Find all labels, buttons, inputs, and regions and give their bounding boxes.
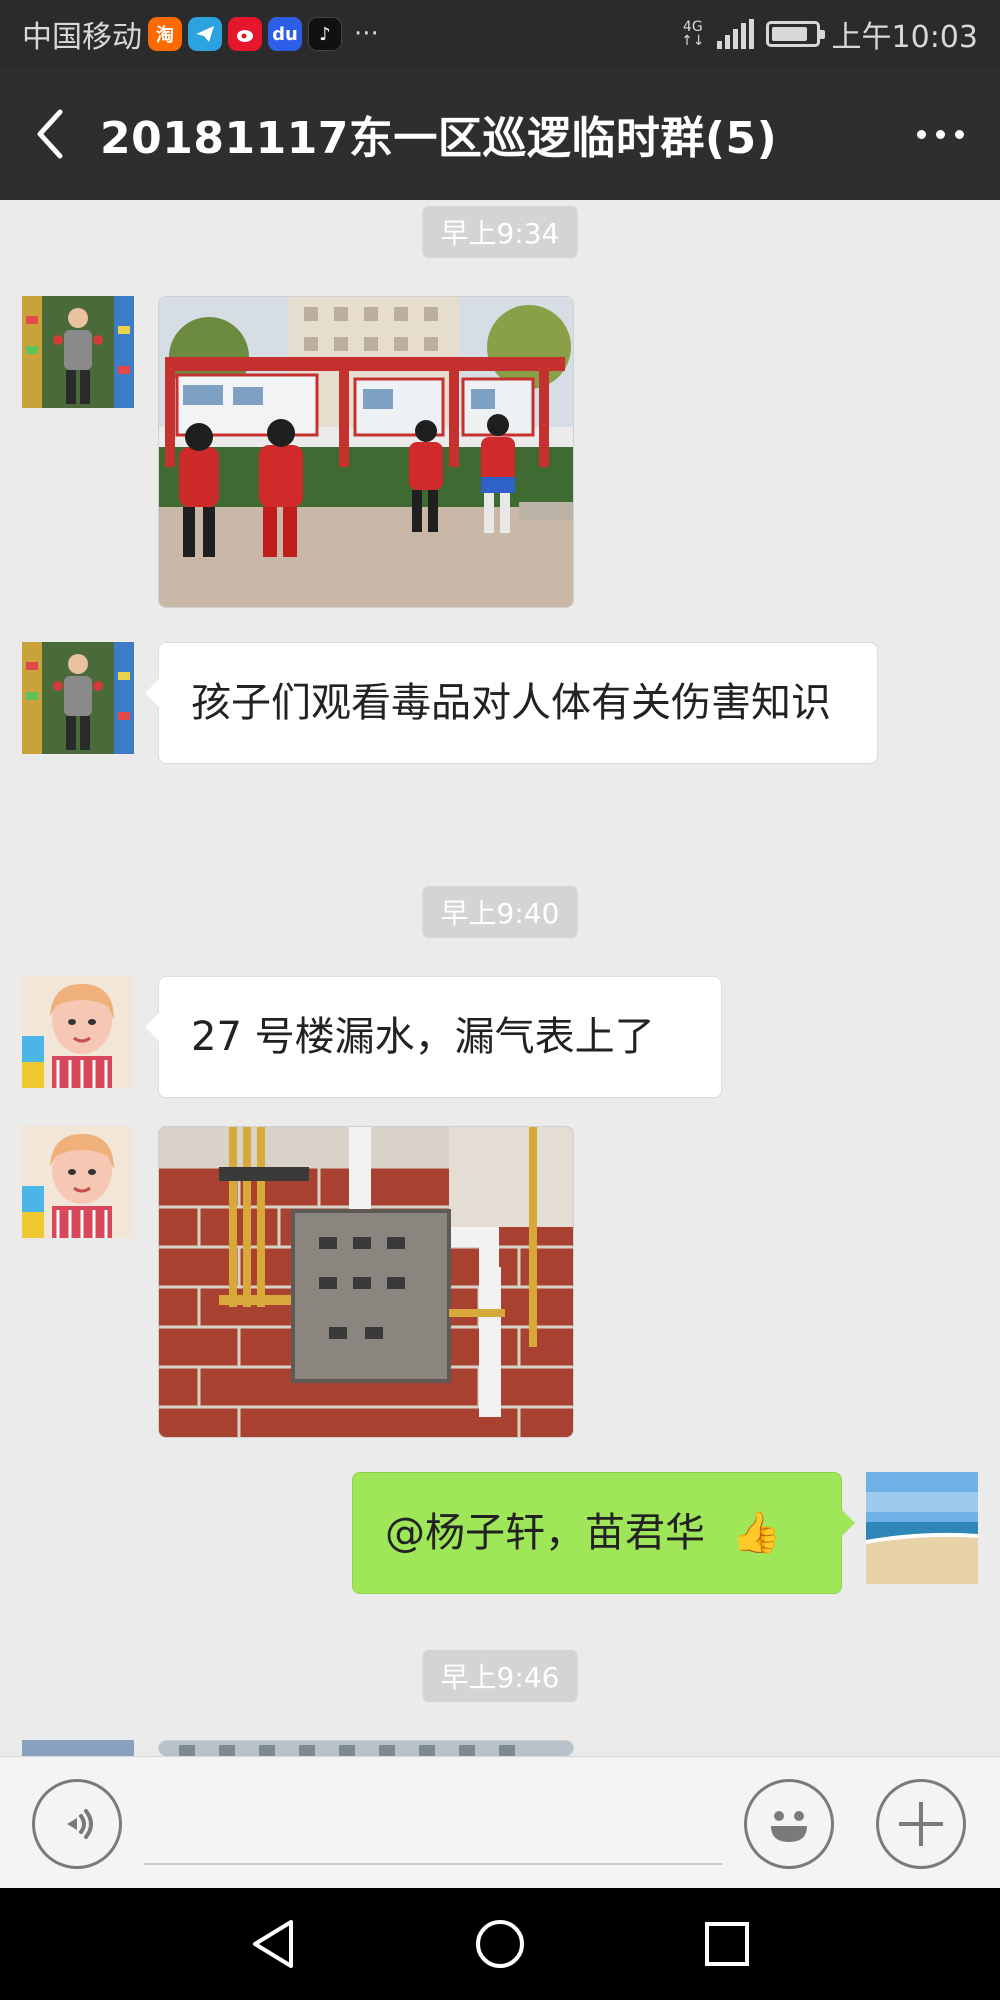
network-arrows: ↑↓: [681, 33, 705, 49]
more-functions-button[interactable]: [876, 1779, 966, 1869]
avatar[interactable]: [22, 1740, 134, 1756]
chat-header: 20181117东一区巡逻临时群(5): [0, 68, 1000, 200]
my-avatar[interactable]: [866, 1472, 978, 1584]
back-arrow-icon: [37, 109, 63, 159]
status-bar: 中国移动 淘 du ♪ ··· 4G ↑↓ 上午10:03: [0, 0, 1000, 68]
thumbs-up-emoji-icon: 👍: [731, 1510, 782, 1556]
avatar[interactable]: [22, 976, 134, 1088]
chat-title: 20181117东一区巡逻临时群(5): [100, 113, 778, 164]
avatar[interactable]: [22, 1126, 134, 1238]
nav-recents-button[interactable]: [687, 1904, 767, 1984]
telegram-icon: [188, 17, 222, 51]
nav-home-button[interactable]: [460, 1904, 540, 1984]
photo-message[interactable]: [158, 296, 574, 608]
timestamp: 早上9:46: [422, 1650, 578, 1702]
status-right: 4G ↑↓ 上午10:03: [681, 12, 978, 56]
baidu-icon: du: [268, 17, 302, 51]
clock: 上午10:03: [831, 20, 978, 55]
text-message[interactable]: 孩子们观看毒品对人体有关伤害知识: [145, 642, 878, 764]
square-recents-icon: [704, 1922, 749, 1966]
message-text: 27 号楼漏水，漏气表上了: [191, 1014, 655, 1060]
voice-input-button[interactable]: [32, 1779, 122, 1869]
triangle-back-icon: [253, 1920, 294, 1968]
photo-message[interactable]: [158, 1126, 574, 1438]
avatar[interactable]: [22, 296, 134, 408]
input-bar: [0, 1756, 1000, 1888]
carrier-label: 中国移动: [22, 20, 142, 55]
photo-message[interactable]: [158, 1740, 574, 1756]
smiley-icon: [771, 1811, 807, 1842]
network-type: 4G ↑↓: [681, 20, 704, 48]
message-input[interactable]: [144, 1863, 722, 1865]
status-left: 中国移动 淘 du ♪ ···: [22, 12, 379, 56]
system-nav-bar: [0, 1888, 1000, 2000]
text-message[interactable]: 27 号楼漏水，漏气表上了: [145, 976, 722, 1098]
avatar[interactable]: [22, 642, 134, 754]
tiktok-icon: ♪: [308, 17, 342, 51]
sent-text-message[interactable]: @杨子轩，苗君华 👍: [352, 1472, 855, 1594]
tiktok-glyph: ♪: [319, 23, 331, 45]
taobao-icon: 淘: [148, 17, 182, 51]
message-list[interactable]: 早上9:34 孩子们观看毒品对人体有关伤害知识 早上9:40 27 号楼漏水，漏…: [0, 200, 1000, 1756]
signal-icon: [716, 19, 754, 49]
baidu-glyph: du: [272, 23, 298, 45]
message-text: @杨子轩，苗君华: [385, 1510, 705, 1556]
more-options-button[interactable]: [880, 68, 1000, 200]
circle-home-icon: [475, 1920, 524, 1968]
network-type-label: 4G: [682, 19, 703, 35]
more-notifications-icon: ···: [354, 19, 379, 49]
weibo-icon: [228, 17, 262, 51]
plus-icon: [899, 1802, 943, 1846]
back-button[interactable]: [0, 68, 100, 200]
emoji-button[interactable]: [744, 1779, 834, 1869]
timestamp: 早上9:40: [422, 886, 578, 938]
timestamp: 早上9:34: [422, 206, 578, 258]
battery-icon: [765, 21, 825, 47]
voice-icon: [67, 1809, 93, 1839]
message-text: 孩子们观看毒品对人体有关伤害知识: [191, 680, 831, 726]
nav-back-button[interactable]: [233, 1904, 313, 1984]
taobao-glyph: 淘: [156, 25, 174, 46]
